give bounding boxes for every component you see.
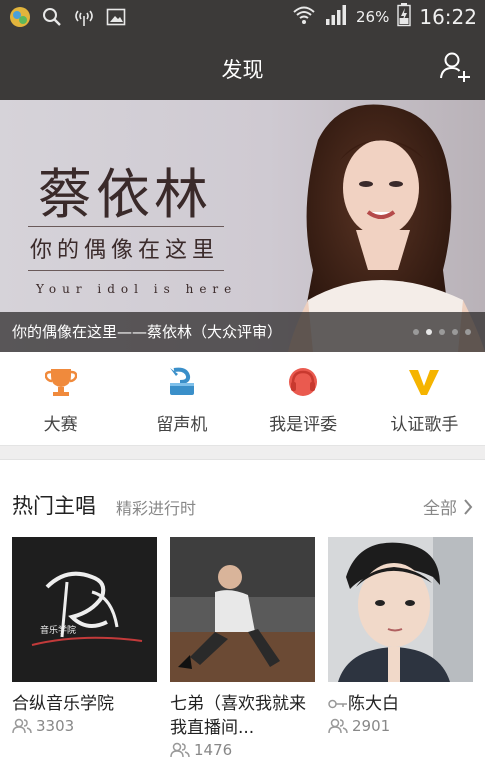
banner-dot xyxy=(413,329,419,335)
clock: 16:22 xyxy=(419,5,477,29)
category-gramophone[interactable]: 留声机 xyxy=(121,352,242,446)
people-icon xyxy=(328,718,348,734)
category-contest[interactable]: 大赛 xyxy=(0,352,121,446)
app-notification-icon xyxy=(8,5,32,33)
people-icon xyxy=(170,742,190,758)
app-bar: 发现 xyxy=(0,32,485,100)
singer-name: 陈大白 xyxy=(328,692,473,716)
singer-card[interactable]: 音乐学院 合纵音乐学院 3303 xyxy=(12,537,157,735)
section-title: 热门主唱 xyxy=(12,494,96,518)
banner-page-indicator xyxy=(413,329,471,335)
card-image-text: 音乐学院 xyxy=(40,624,76,636)
category-verified-singer[interactable]: 认证歌手 xyxy=(364,352,485,446)
follower-count: 2901 xyxy=(328,717,473,735)
singer-card[interactable]: 陈大白 2901 xyxy=(328,537,473,735)
singer-card-image: 音乐学院 xyxy=(12,537,157,682)
follower-count-value: 1476 xyxy=(194,741,233,759)
headphones-icon xyxy=(289,368,318,396)
key-badge-icon xyxy=(328,699,347,709)
page-title: 发现 xyxy=(221,58,264,82)
battery-icon xyxy=(397,3,412,31)
view-all-label: 全部 xyxy=(423,499,457,519)
search-icon xyxy=(42,7,62,31)
add-friend-button[interactable] xyxy=(439,50,471,82)
follower-count: 1476 xyxy=(170,741,315,759)
chevron-right-icon xyxy=(464,498,473,515)
category-judge[interactable]: 我是评委 xyxy=(243,352,364,446)
singer-card[interactable]: 七弟（喜欢我就来我直播间... 1476 xyxy=(170,537,315,759)
status-bar: 26% 16:22 xyxy=(0,0,485,32)
banner-caption-bar: 你的偶像在这里——蔡依林（大众评审） xyxy=(0,312,485,352)
status-left-icons xyxy=(8,5,126,33)
discover-screen: 26% 16:22 发现 蔡依林 你的偶像在这里 Your idol is he… xyxy=(0,0,485,766)
follower-count: 3303 xyxy=(12,717,157,735)
banner-slogan: 你的偶像在这里 xyxy=(30,238,220,263)
banner-dot xyxy=(439,329,445,335)
promo-banner[interactable]: 蔡依林 你的偶像在这里 Your idol is here 你的偶像在这里——蔡… xyxy=(0,100,485,352)
follower-count-value: 2901 xyxy=(352,717,391,735)
singer-name: 合纵音乐学院 xyxy=(12,694,114,714)
category-label: 认证歌手 xyxy=(390,415,459,435)
banner-divider-top xyxy=(28,226,224,227)
singer-card-image xyxy=(328,537,473,682)
view-all-link[interactable]: 全部 xyxy=(423,494,473,519)
banner-slogan-en: Your idol is here xyxy=(36,282,238,296)
banner-caption: 你的偶像在这里——蔡依林（大众评审） xyxy=(12,323,283,341)
people-icon xyxy=(12,718,32,734)
category-label: 我是评委 xyxy=(269,415,338,435)
singer-name-text: 陈大白 xyxy=(348,694,399,714)
gallery-icon xyxy=(106,7,126,31)
banner-dot xyxy=(452,329,458,335)
add-user-icon xyxy=(440,52,470,82)
section-subtitle: 精彩进行时 xyxy=(116,499,197,518)
status-right-icons: 26% 16:22 xyxy=(292,3,477,31)
battery-percent: 26% xyxy=(356,8,390,26)
banner-dot-active xyxy=(426,329,432,335)
verified-v-icon xyxy=(409,370,440,395)
banner-artist-name: 蔡依林 xyxy=(38,163,212,226)
banner-dot xyxy=(465,329,471,335)
gramophone-icon xyxy=(169,367,194,395)
trophy-icon xyxy=(44,369,77,396)
singer-card-image xyxy=(170,537,315,682)
category-label: 大赛 xyxy=(43,415,78,435)
follower-count-value: 3303 xyxy=(36,717,75,735)
hotspot-icon xyxy=(72,7,96,31)
category-label: 留声机 xyxy=(156,415,208,435)
singer-name: 七弟（喜欢我就来我直播间... xyxy=(170,694,306,738)
category-row: 大赛 留声机 我是评委 认证歌手 xyxy=(0,352,485,446)
section-divider xyxy=(0,446,485,460)
banner-divider-bottom xyxy=(28,270,224,271)
wifi-icon xyxy=(292,4,316,30)
signal-icon xyxy=(324,4,348,30)
